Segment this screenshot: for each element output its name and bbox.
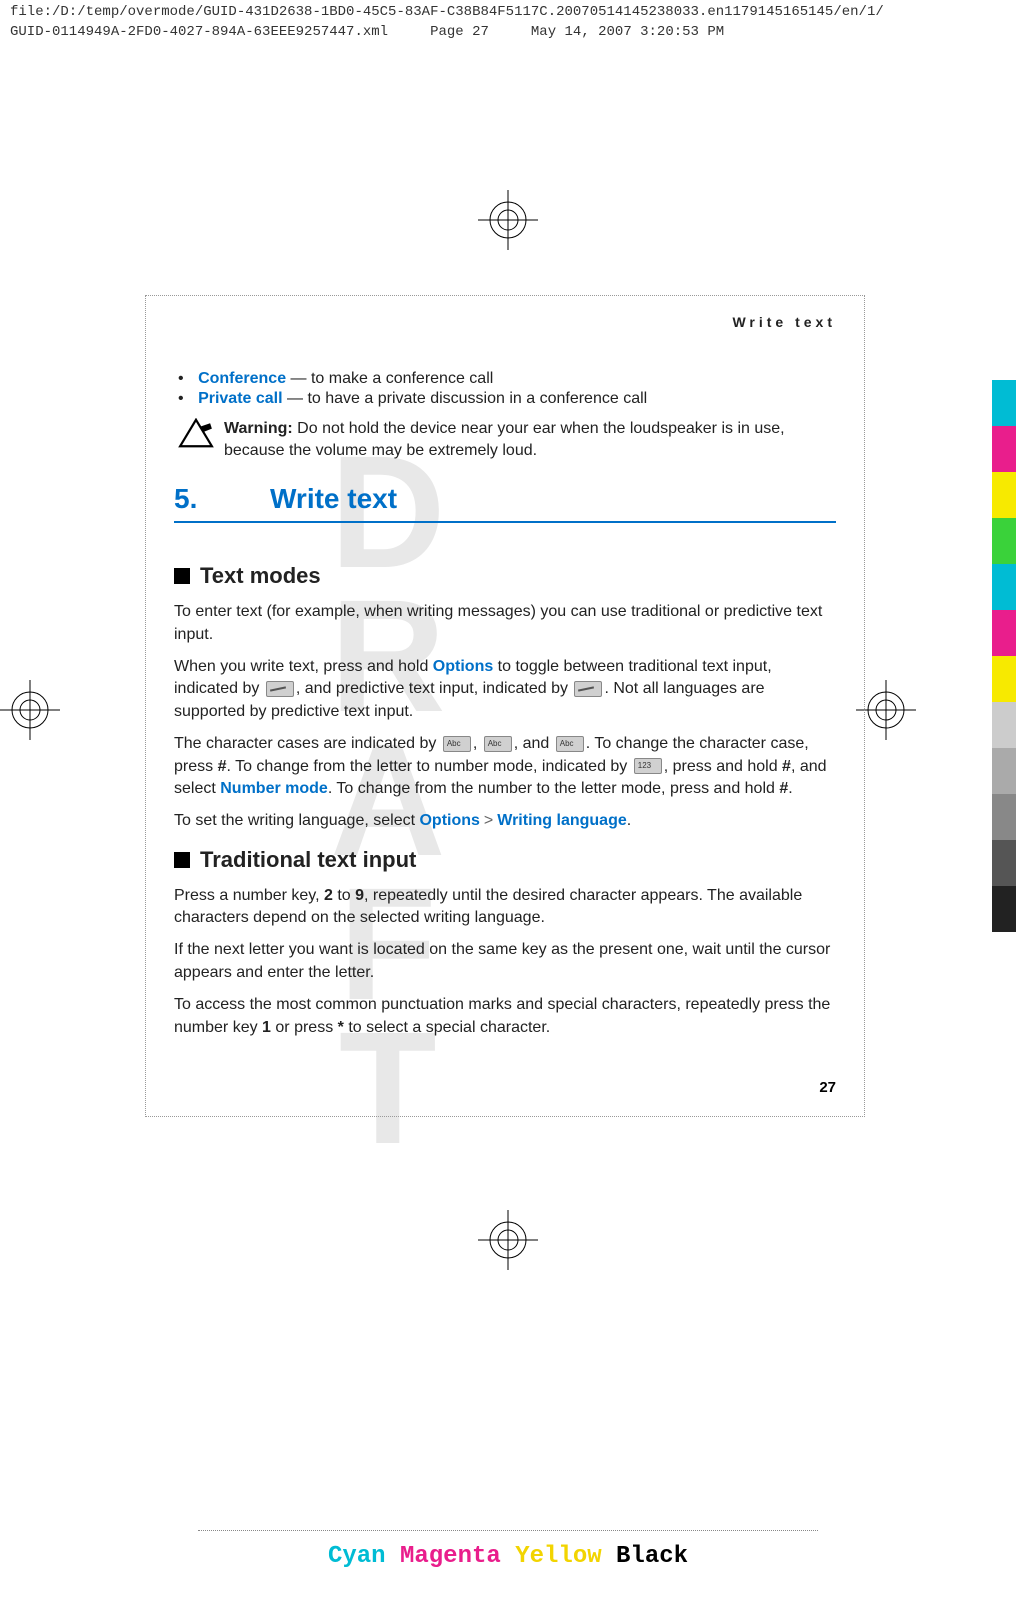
running-head: Write text xyxy=(174,314,836,330)
registration-mark-icon xyxy=(0,680,60,740)
section-heading: Text modes xyxy=(174,563,836,589)
section-title: Text modes xyxy=(200,563,321,589)
case-indicator-icon xyxy=(556,736,584,752)
paragraph: When you write text, press and hold Opti… xyxy=(174,656,836,723)
registration-mark-icon xyxy=(478,1210,538,1270)
list-item: Private call — to have a private discuss… xyxy=(198,390,836,408)
text-run: , press and hold xyxy=(664,758,782,775)
section-title: Traditional text input xyxy=(200,847,416,873)
page-number: 27 xyxy=(174,1079,836,1096)
predictive-input-icon xyxy=(574,681,602,697)
color-swatch xyxy=(992,748,1016,794)
key-2: 2 xyxy=(324,887,333,904)
paragraph: The character cases are indicated by , ,… xyxy=(174,733,836,800)
text-run: to select a special character. xyxy=(344,1019,550,1036)
list-item-desc: — to make a conference call xyxy=(286,370,493,387)
yellow-label: Yellow xyxy=(515,1543,601,1570)
chapter-number: 5. xyxy=(174,483,270,515)
warning-text: Warning: Do not hold the device near you… xyxy=(224,418,836,461)
black-label: Black xyxy=(616,1543,688,1570)
color-swatch xyxy=(992,564,1016,610)
magenta-label: Magenta xyxy=(400,1543,501,1570)
warning-label: Warning: xyxy=(224,420,293,437)
page-label: Page 27 xyxy=(430,24,489,40)
color-swatch xyxy=(992,380,1016,426)
hash-key: # xyxy=(779,780,788,797)
term-private-call: Private call xyxy=(198,390,283,407)
text-run: , and xyxy=(514,735,554,752)
text-run: To set the writing language, select xyxy=(174,812,419,829)
section-heading: Traditional text input xyxy=(174,847,836,873)
color-calibration-bars xyxy=(992,380,1016,932)
options-link: Options xyxy=(419,812,479,829)
text-run: When you write text, press and hold xyxy=(174,658,433,675)
paragraph: To set the writing language, select Opti… xyxy=(174,810,836,832)
text-run: . To change from the letter to number mo… xyxy=(226,758,631,775)
paragraph: To access the most common punctuation ma… xyxy=(174,994,836,1039)
text-run: . xyxy=(627,812,631,829)
number-mode-icon xyxy=(634,758,662,774)
text-run: to xyxy=(333,887,355,904)
case-indicator-icon xyxy=(484,736,512,752)
color-swatch xyxy=(992,794,1016,840)
options-link: Options xyxy=(433,658,493,675)
chapter-title: Write text xyxy=(270,483,397,515)
term-conference: Conference xyxy=(198,370,286,387)
hash-key: # xyxy=(782,758,791,775)
paragraph: If the next letter you want is located o… xyxy=(174,939,836,984)
square-bullet-icon xyxy=(174,852,190,868)
text-run: The character cases are indicated by xyxy=(174,735,441,752)
traditional-input-icon xyxy=(266,681,294,697)
text-run: or press xyxy=(271,1019,338,1036)
cyan-label: Cyan xyxy=(328,1543,386,1570)
text-run: Press a number key, xyxy=(174,887,324,904)
text-run: , xyxy=(473,735,482,752)
text-run: . To change from the number to the lette… xyxy=(328,780,780,797)
bullet-list: Conference — to make a conference call P… xyxy=(174,370,836,408)
list-item: Conference — to make a conference call xyxy=(198,370,836,388)
text-run: . xyxy=(788,780,792,797)
footer-separator xyxy=(198,1530,818,1531)
paragraph: To enter text (for example, when writing… xyxy=(174,601,836,646)
page-frame: Write text Conference — to make a confer… xyxy=(145,295,865,1117)
print-date: May 14, 2007 3:20:53 PM xyxy=(531,24,724,40)
cmyk-footer: Cyan Magenta Yellow Black xyxy=(0,1530,1016,1570)
registration-mark-icon xyxy=(856,680,916,740)
square-bullet-icon xyxy=(174,568,190,584)
registration-mark-icon xyxy=(478,190,538,250)
color-swatch xyxy=(992,840,1016,886)
warning-icon xyxy=(178,418,214,461)
list-item-desc: — to have a private discussion in a conf… xyxy=(283,390,648,407)
breadcrumb-separator: > xyxy=(484,812,493,829)
key-1: 1 xyxy=(262,1019,271,1036)
key-9: 9 xyxy=(355,887,364,904)
color-swatch xyxy=(992,518,1016,564)
color-swatch xyxy=(992,702,1016,748)
warning-block: Warning: Do not hold the device near you… xyxy=(174,418,836,461)
chapter-heading: 5. Write text xyxy=(174,483,836,523)
text-run: , and predictive text input, indicated b… xyxy=(296,680,573,697)
warning-body: Do not hold the device near your ear whe… xyxy=(224,420,785,459)
number-mode-link: Number mode xyxy=(220,780,328,797)
file-path-line1: file:/D:/temp/overmode/GUID-431D2638-1BD… xyxy=(0,0,1016,20)
color-swatch xyxy=(992,472,1016,518)
color-swatch xyxy=(992,426,1016,472)
writing-language-link: Writing language xyxy=(497,812,626,829)
file-path-line2: GUID-0114949A-2FD0-4027-894A-63EEE925744… xyxy=(0,20,1016,40)
color-swatch xyxy=(992,610,1016,656)
color-swatch xyxy=(992,656,1016,702)
paragraph: Press a number key, 2 to 9, repeatedly u… xyxy=(174,885,836,930)
file-name: GUID-0114949A-2FD0-4027-894A-63EEE925744… xyxy=(10,24,388,40)
color-swatch xyxy=(992,886,1016,932)
case-indicator-icon xyxy=(443,736,471,752)
